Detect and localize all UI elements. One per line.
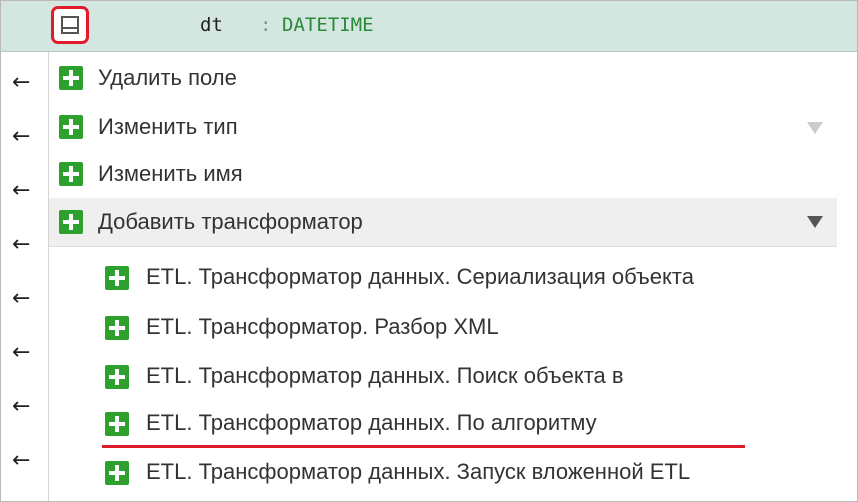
- menu-item-label: Изменить имя: [98, 161, 243, 186]
- field-actions-menu: Удалить поле Изменить тип Изменить имя Д…: [49, 52, 857, 501]
- plus-icon: [105, 365, 129, 389]
- plus-icon: [105, 412, 129, 436]
- arrow-left-icon[interactable]: ←: [12, 180, 30, 202]
- plus-icon: [59, 115, 83, 139]
- menu-item-change-type[interactable]: Изменить тип: [49, 103, 837, 149]
- field-name: dt: [200, 14, 223, 36]
- plus-icon: [59, 66, 83, 90]
- plus-icon: [105, 316, 129, 340]
- highlight-underline: [102, 445, 745, 448]
- plus-icon: [105, 461, 129, 485]
- arrow-left-icon[interactable]: ←: [12, 342, 30, 364]
- etl-field-panel: dt : DATETIME ← ← ← ← ← ← ← ← Удалить по…: [0, 0, 858, 502]
- menu-item-rename[interactable]: Изменить имя: [49, 150, 837, 196]
- field-header: dt : DATETIME: [1, 1, 857, 52]
- menu-item-label: Удалить поле: [98, 65, 237, 90]
- dropdown-arrow-icon[interactable]: [807, 216, 823, 228]
- menu-item-label: Добавить трансформатор: [98, 209, 363, 234]
- plus-icon: [59, 210, 83, 234]
- menu-item-delete-field[interactable]: Удалить поле: [49, 54, 837, 100]
- row-arrows-column: ← ← ← ← ← ← ← ←: [1, 52, 49, 501]
- arrow-left-icon[interactable]: ←: [12, 450, 30, 472]
- plus-icon: [105, 266, 129, 290]
- submenu-item-label: ETL. Трансформатор данных. По алгоритму: [146, 410, 597, 435]
- submenu-item-label: ETL. Трансформатор данных. Поиск объекта…: [146, 363, 624, 388]
- submenu-item-label: ETL. Трансформатор данных. Запуск вложен…: [146, 459, 691, 484]
- arrow-left-icon[interactable]: ←: [12, 126, 30, 148]
- menu-item-label: Изменить тип: [98, 114, 238, 139]
- arrow-left-icon[interactable]: ←: [12, 72, 30, 94]
- arrow-left-icon[interactable]: ←: [12, 396, 30, 418]
- collapse-square-icon: [61, 16, 79, 34]
- submenu-item-label: ETL. Трансформатор данных. Сериализация …: [146, 264, 694, 289]
- collapse-button[interactable]: [51, 6, 89, 44]
- menu-divider: [49, 246, 837, 247]
- field-type: DATETIME: [282, 14, 374, 36]
- plus-icon: [59, 162, 83, 186]
- field-type-separator: :: [260, 14, 272, 36]
- submenu-item-label: ETL. Трансформатор. Разбор XML: [146, 314, 499, 339]
- arrow-left-icon[interactable]: ←: [12, 288, 30, 310]
- arrow-left-icon[interactable]: ←: [12, 234, 30, 256]
- menu-item-add-transformer[interactable]: Добавить трансформатор: [49, 198, 837, 246]
- dropdown-arrow-icon[interactable]: [807, 122, 823, 134]
